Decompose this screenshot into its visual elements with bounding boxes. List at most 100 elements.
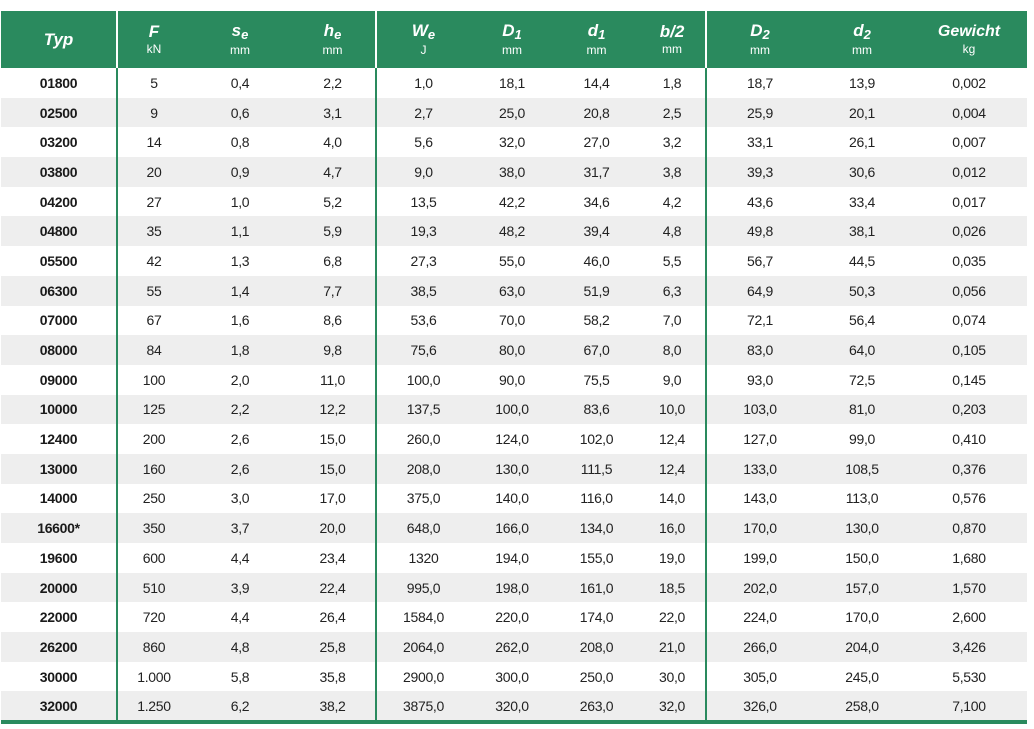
table-row: 16600* 350 3,7 20,0 648,0 166,0 134,0 16,0 170,0…: [1, 513, 1027, 543]
table-cell: 125: [117, 394, 190, 425]
table-cell: 648,0: [376, 513, 470, 543]
table-cell: 83,0: [706, 335, 813, 365]
table-cell: 27: [146, 193, 162, 210]
table-cell: 99,0: [848, 431, 876, 448]
table-cell: 194,0: [495, 549, 529, 566]
table-row: 19600 600 4,4 23,4 1320 194,0 155,0 19,0 199,0 15…: [1, 543, 1027, 573]
cell-typ: 07000: [1, 305, 118, 336]
spec-table: Typ FkN se mm he mm We J D1 mm d1 mm b/2 mm D2 mm d2 mm G…: [1, 11, 1027, 722]
table-cell: 26,4: [290, 602, 377, 633]
table-cell: 42,2: [498, 193, 526, 210]
table-cell: 58,2: [583, 312, 610, 329]
header-col-1: FkN: [117, 11, 190, 68]
table-cell: 350: [117, 513, 190, 543]
table-cell: 250: [142, 490, 166, 507]
table-cell: 64,9: [706, 275, 813, 306]
table-cell: 0,376: [911, 453, 1027, 484]
table-cell: 19,0: [639, 543, 707, 573]
table-cell: 220,0: [495, 609, 529, 626]
table-cell: 80,0: [470, 335, 554, 365]
table-cell: 6,2: [190, 691, 290, 722]
table-cell: 6,3: [639, 275, 707, 306]
table-cell: 11,0: [290, 364, 377, 395]
table-cell: 38,5: [376, 275, 470, 306]
table-cell: 208,0: [376, 453, 470, 484]
table-cell: 4,2: [639, 186, 707, 217]
table-cell: 2,2: [290, 68, 377, 98]
table-cell: 51,9: [554, 275, 639, 306]
header-unit: mm: [502, 43, 522, 58]
table-cell: 46,0: [583, 252, 610, 269]
table-cell: 14,4: [583, 74, 610, 91]
table-cell: 9,0: [376, 157, 470, 187]
table-cell: 56,7: [746, 252, 774, 269]
table-cell: 25,9: [706, 97, 813, 128]
table-cell: 174,0: [579, 609, 614, 626]
table-cell: 63,0: [470, 275, 554, 306]
header-typ: Typ: [1, 11, 118, 68]
table-cell: 0,576: [952, 490, 986, 507]
table-cell: 258,0: [813, 691, 911, 722]
table-cell: 204,0: [813, 632, 911, 662]
table-cell: 326,0: [706, 691, 813, 722]
table-cell: 262,0: [470, 632, 554, 662]
table-cell: 0,870: [911, 513, 1027, 543]
table-cell: 137,5: [376, 394, 470, 425]
table-cell: 30,0: [639, 661, 707, 692]
table-cell: 64,0: [813, 335, 911, 365]
table-cell: 39,4: [554, 216, 639, 247]
table-cell: 0,145: [952, 371, 986, 388]
header-unit: kN: [146, 42, 162, 57]
table-cell: 860: [117, 632, 190, 662]
table-row: 30000 1.000 5,8 35,8 2900,0 300,0 250,0 30,0 305…: [1, 661, 1027, 692]
table-cell: 8,6: [290, 305, 377, 336]
table-cell: 113,0: [845, 490, 879, 507]
table-cell: 208,0: [554, 632, 639, 662]
table-cell: 39,3: [706, 157, 813, 187]
table-cell: 18,5: [639, 572, 707, 603]
table-cell: 0,035: [952, 252, 986, 269]
table-cell: 3,1: [290, 97, 377, 128]
cell-typ: 04200: [1, 186, 118, 217]
table-cell: 100: [142, 371, 166, 388]
table-cell: 0,017: [952, 193, 986, 210]
header-symbol-sub: e: [427, 27, 436, 43]
table-row: 10000 125 2,2 12,2 137,5 100,0 83,6 10,0 103,0 81…: [1, 394, 1027, 425]
header-symbol-sub: 1: [598, 27, 606, 43]
header-col-9: d2 mm: [813, 11, 911, 68]
header-symbol-sub: 2: [762, 27, 770, 43]
header-symbol-main: d: [853, 21, 864, 41]
table-cell: 0,8: [230, 134, 250, 151]
table-cell: 20,0: [290, 513, 377, 543]
header-symbol-main: d: [587, 21, 599, 41]
table-cell: 0,074: [952, 312, 986, 329]
table-row: 26200 860 4,8 25,8 2064,0 262,0 208,0 21,0 266,0…: [1, 632, 1027, 662]
table-cell: 18,7: [746, 74, 774, 91]
header-col-4: We J: [376, 11, 470, 68]
table-cell: 9,0: [639, 364, 707, 395]
cell-typ: 06300: [1, 275, 118, 306]
table-cell: 31,7: [554, 157, 639, 187]
table-cell: 202,0: [706, 572, 813, 603]
table-cell: 1,0: [414, 74, 433, 91]
table-cell: 14: [146, 134, 162, 151]
table-row: 08000 84 1,8 9,8 75,6 80,0 67,0 8,0 83,0 64,0 0,10…: [1, 335, 1027, 365]
header-symbol-main: D: [502, 21, 515, 41]
table-cell: 4,0: [290, 127, 377, 158]
cell-typ: 32000: [1, 691, 118, 722]
table-row: 05500 42 1,3 6,8 27,3 55,0 46,0 5,5 56,7 44,5 0,03…: [1, 246, 1027, 276]
table-cell: 0,007: [952, 134, 986, 151]
table-cell: 13,5: [410, 193, 437, 210]
table-cell: 166,0: [470, 513, 554, 543]
table-cell: 34,6: [583, 193, 610, 210]
table-cell: 16,0: [639, 513, 707, 543]
table-row: 02500 9 0,6 3,1 2,7 25,0 20,8 2,5 25,9 20,1 0,004: [1, 97, 1027, 128]
table-cell: 2,2: [190, 394, 290, 425]
header-col-3: he mm: [290, 11, 377, 68]
cell-typ: 01800: [1, 68, 118, 98]
table-cell: 12,4: [639, 453, 707, 484]
table-cell: 102,0: [579, 431, 614, 448]
table-row: 07000 67 1,6 8,6 53,6 70,0 58,2 7,0 72,1 56,4 0,07…: [1, 305, 1027, 336]
table-cell: 250,0: [579, 668, 614, 685]
table-cell: 266,0: [706, 632, 813, 662]
